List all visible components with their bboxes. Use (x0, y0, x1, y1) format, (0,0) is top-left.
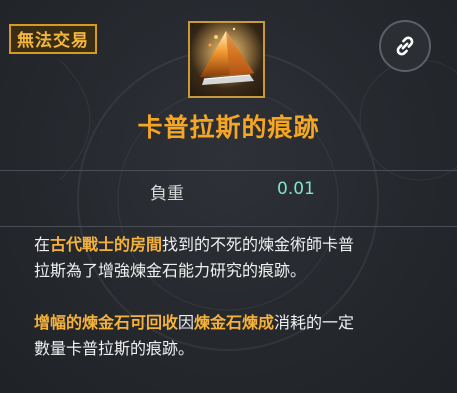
weight-label: 負重 (150, 184, 184, 204)
item-tooltip: 無法交易 卡普拉斯的痕跡 負重 0.01 在古代戰士的房間找到的不死的煉金術師卡… (0, 0, 457, 393)
description-text: 數量卡普拉斯的痕跡。 (34, 339, 195, 358)
description-line: 在古代戰士的房間找到的不死的煉金術師卡普 (34, 232, 434, 258)
description-text: 找到的不死的煉金術師卡普 (162, 235, 355, 254)
weight-stat-row: 負重 0.01 (0, 171, 457, 227)
divider-middle (0, 226, 457, 227)
description-text: 因 (178, 313, 195, 332)
copy-link-button[interactable] (379, 20, 431, 72)
highlighted-text: 煉金石煉成 (194, 313, 275, 332)
link-icon (396, 36, 414, 56)
description-line: 數量卡普拉斯的痕跡。 (34, 336, 434, 362)
highlighted-text: 古代戰士的房間 (50, 235, 163, 254)
untradable-tag: 無法交易 (9, 24, 97, 54)
description-line: 增幅的煉金石可回收因煉金石煉成消耗的一定 (34, 310, 434, 336)
description-text: 拉斯為了增強煉金石能力研究的痕跡。 (34, 261, 307, 280)
description-text: 消耗的一定 (274, 313, 355, 332)
item-title: 卡普拉斯的痕跡 (137, 113, 320, 142)
item-description: 在古代戰士的房間找到的不死的煉金術師卡普 拉斯為了增強煉金石能力研究的痕跡。 增… (34, 232, 434, 362)
alchemy-stone-pyramid-icon (188, 21, 265, 98)
description-text: 在 (34, 235, 51, 254)
description-line: 拉斯為了增強煉金石能力研究的痕跡。 (34, 258, 434, 284)
weight-value: 0.01 (277, 179, 315, 199)
highlighted-text: 增幅的煉金石可回收 (34, 313, 179, 332)
